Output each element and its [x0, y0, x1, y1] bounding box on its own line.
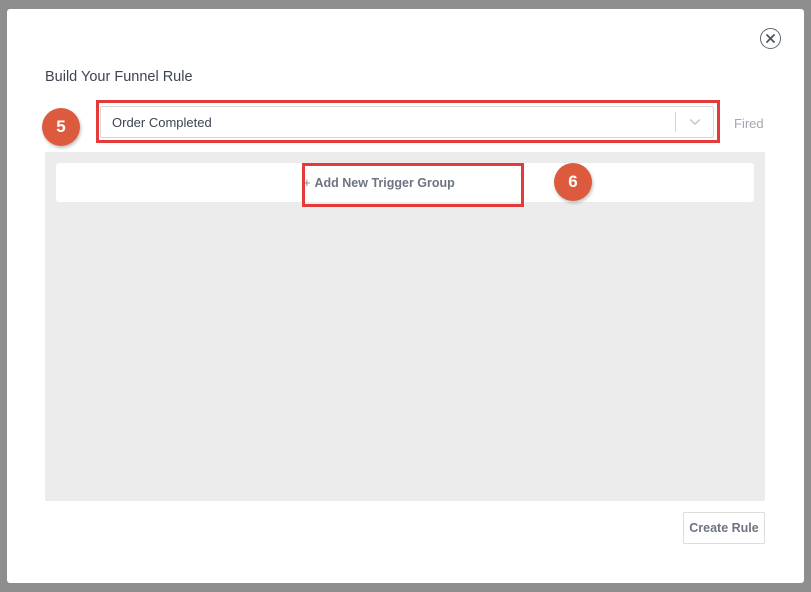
event-select-value: Order Completed [112, 114, 212, 130]
chevron-down-icon[interactable] [676, 118, 713, 126]
step-badge-6: 6 [554, 163, 592, 201]
trigger-group-area: + Add New Trigger Group [45, 152, 765, 501]
close-icon [766, 34, 775, 43]
close-button[interactable] [760, 28, 781, 49]
event-select-dropdown[interactable]: Order Completed [100, 106, 714, 138]
plus-icon: + [303, 175, 311, 190]
modal-title: Build Your Funnel Rule [45, 69, 193, 85]
add-trigger-group-label: Add New Trigger Group [314, 175, 455, 190]
step-badge-5: 5 [42, 108, 80, 146]
funnel-rule-modal: Build Your Funnel Rule 5 Order Completed… [7, 9, 804, 583]
create-rule-button[interactable]: Create Rule [683, 512, 765, 544]
add-trigger-group-bar: + Add New Trigger Group [56, 163, 754, 202]
fired-label: Fired [734, 116, 764, 131]
add-trigger-group-button[interactable]: + Add New Trigger Group [303, 176, 455, 190]
